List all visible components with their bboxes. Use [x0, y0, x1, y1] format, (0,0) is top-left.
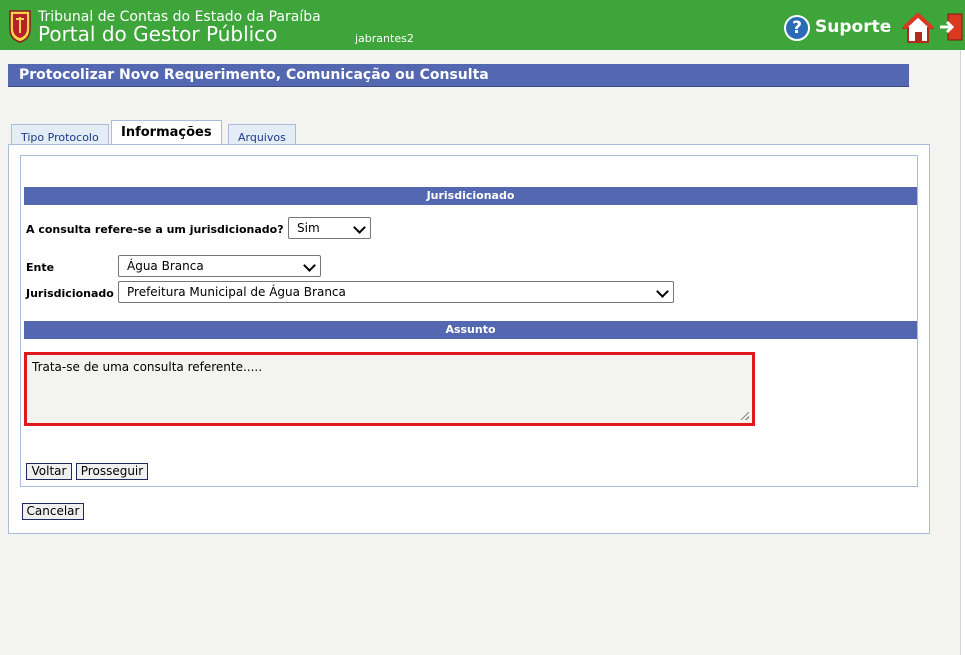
crest-icon [9, 10, 31, 43]
tab-informacoes[interactable]: Informações [111, 120, 222, 145]
jurisdicionado-question-select[interactable]: Sim [288, 217, 371, 239]
tab-tipo-protocolo[interactable]: Tipo Protocolo [11, 124, 109, 146]
help-icon[interactable]: ? [784, 15, 810, 41]
jurisdicionado-select[interactable]: Prefeitura Municipal de Água Branca [118, 281, 674, 303]
username-label: jabrantes2 [355, 32, 414, 45]
section-jurisdicionado-heading: Jurisdicionado [24, 187, 917, 205]
question-label: A consulta refere-se a um jurisdicionado… [26, 223, 284, 236]
voltar-button[interactable]: Voltar [26, 463, 72, 480]
ente-label: Ente [26, 261, 55, 274]
section-assunto-heading: Assunto [24, 321, 917, 339]
chevron-down-icon [353, 221, 366, 234]
logout-icon[interactable] [938, 12, 964, 42]
page-title: Protocolizar Novo Requerimento, Comunica… [19, 67, 489, 83]
cancelar-button[interactable]: Cancelar [22, 503, 84, 520]
select-value: Sim [297, 221, 320, 235]
page-title-bar: Protocolizar Novo Requerimento, Comunica… [8, 64, 909, 87]
top-header: Tribunal de Contas do Estado da Paraíba … [0, 0, 965, 50]
chevron-down-icon [656, 285, 669, 298]
scrollbar-track[interactable] [960, 50, 965, 655]
select-value: Prefeitura Municipal de Água Branca [127, 285, 346, 299]
ente-select[interactable]: Água Branca [118, 255, 321, 277]
chevron-down-icon [303, 259, 316, 272]
jurisdicionado-label: Jurisdicionado [26, 287, 114, 300]
prosseguir-button[interactable]: Prosseguir [76, 463, 148, 480]
portal-name: Portal do Gestor Público [38, 22, 278, 46]
select-value: Água Branca [127, 259, 204, 273]
tab-arquivos[interactable]: Arquivos [228, 124, 296, 146]
assunto-text: Trata-se de uma consulta referente..... [32, 360, 263, 374]
resize-grip-icon[interactable] [741, 412, 749, 420]
assunto-textarea[interactable]: Trata-se de uma consulta referente..... [24, 352, 755, 426]
support-link[interactable]: Suporte [815, 17, 891, 37]
home-icon[interactable] [902, 12, 934, 44]
